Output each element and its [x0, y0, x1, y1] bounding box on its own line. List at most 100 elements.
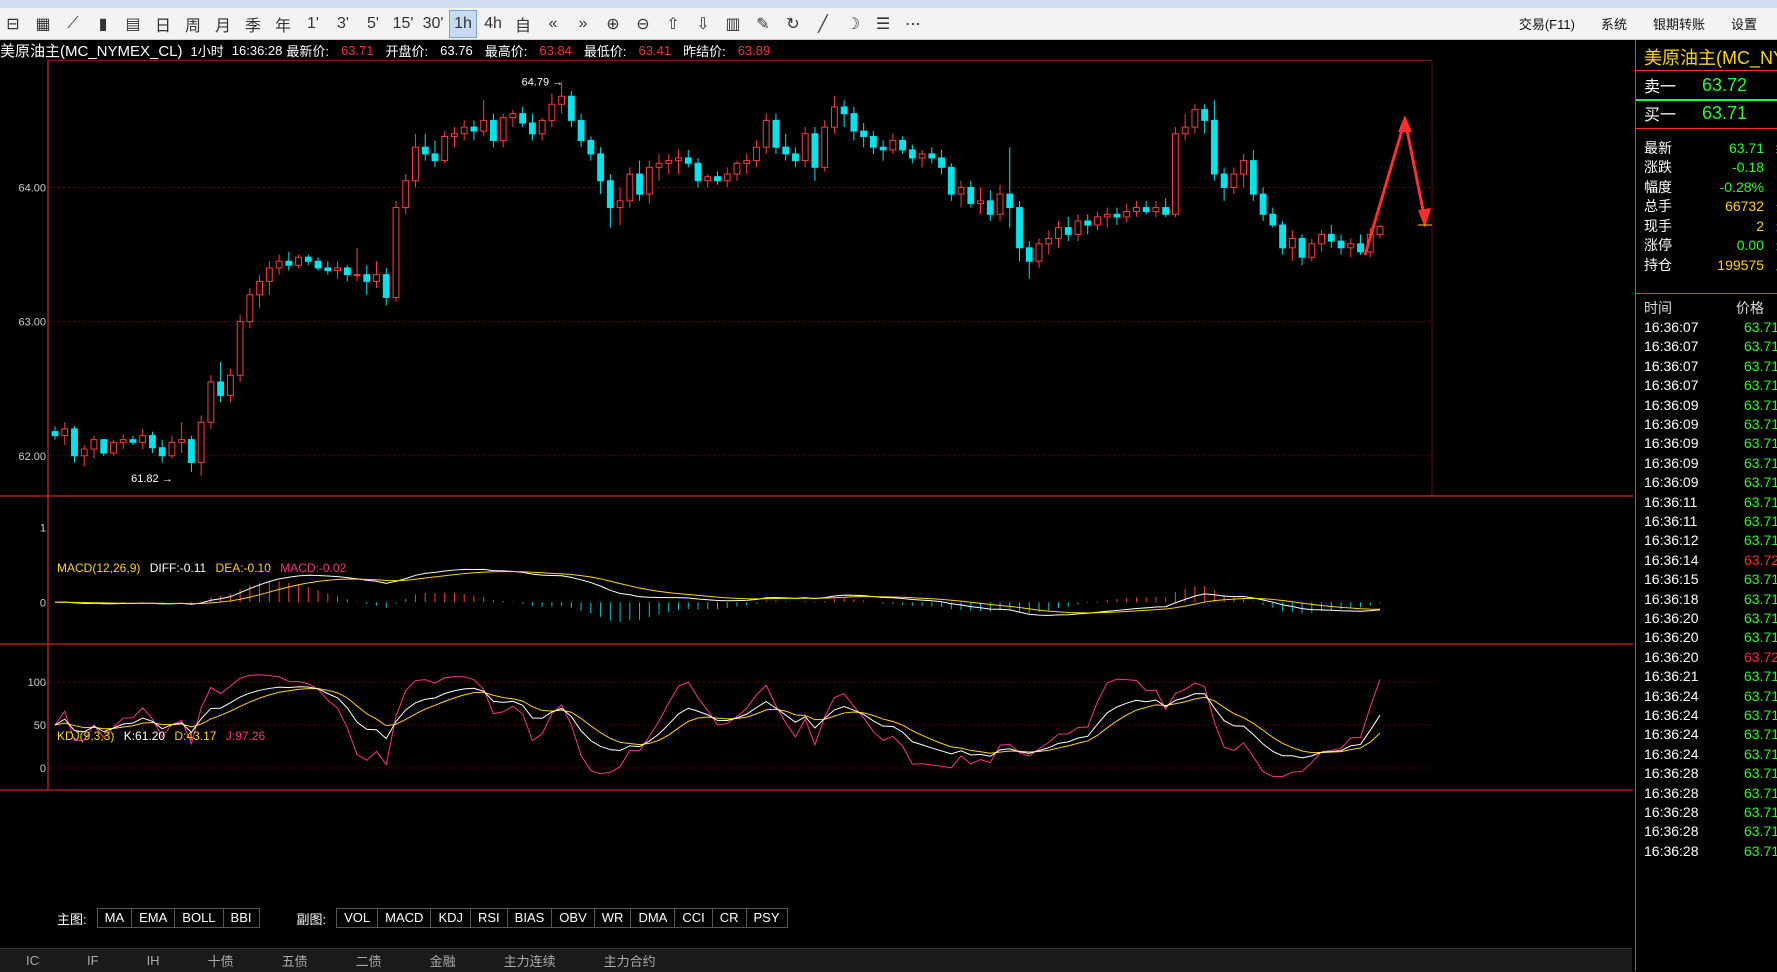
prev-icon[interactable]: « — [540, 11, 566, 37]
period-button[interactable]: 月 — [210, 11, 236, 37]
contract-tab[interactable]: IH — [147, 953, 160, 968]
candle-body — [158, 447, 166, 457]
sub-indicator-tab[interactable]: RSI — [470, 908, 508, 928]
line-chart-icon[interactable]: ⟋ — [60, 11, 86, 37]
draw-icon[interactable]: ✎ — [750, 11, 776, 37]
tick-time: 16:36:15 — [1644, 571, 1699, 588]
period-button[interactable]: 1' — [300, 11, 326, 37]
candle-body — [753, 146, 760, 162]
more-icon[interactable]: ⋯ — [900, 11, 926, 37]
macd-value-label: MACD: — [280, 561, 319, 575]
tick-row: 16:36:24 63.71 — [1644, 707, 1777, 726]
contract-tab[interactable]: 金融 — [430, 951, 456, 970]
period-button[interactable]: 4h — [480, 11, 506, 37]
tick-row: 16:36:20 63.71 — [1644, 629, 1777, 648]
next-icon[interactable]: » — [570, 11, 596, 37]
tick-row: 16:36:28 63.71 — [1644, 765, 1777, 784]
zoom-out-icon[interactable]: ⊖ — [630, 11, 656, 37]
toolbar-menu-item[interactable]: 系统 — [1601, 14, 1627, 33]
sub-indicator-tab[interactable]: BIAS — [506, 908, 553, 928]
tick-price: 63.71 — [1744, 687, 1777, 704]
candle-body — [1347, 243, 1355, 249]
period-button[interactable]: 1h — [449, 9, 477, 38]
contract-tab[interactable]: 主力连续 — [504, 951, 556, 970]
period-button[interactable]: 30' — [420, 11, 446, 37]
contract-tab[interactable]: 五债 — [282, 951, 308, 970]
refresh-icon[interactable]: ↻ — [780, 11, 806, 37]
candle-body — [879, 146, 887, 151]
sub-indicator-tab[interactable]: WR — [593, 908, 632, 928]
candle-body — [675, 157, 682, 162]
contract-tab[interactable]: 十债 — [208, 951, 234, 970]
up-icon[interactable]: ⇧ — [660, 11, 686, 37]
candle-body — [1210, 119, 1218, 175]
sub-chart-label: 副图: — [296, 911, 327, 927]
sub-indicator-tab[interactable]: VOL — [336, 908, 379, 928]
line-icon[interactable]: ╱ — [810, 11, 836, 37]
max-price-marker: 64.79 → — [522, 76, 564, 88]
candle-body — [743, 160, 751, 164]
chart-icon[interactable]: ⊟ — [0, 11, 26, 37]
toolbar-menu-item[interactable]: 交易(F11) — [1519, 14, 1575, 33]
fenshi-icon[interactable]: ▤ — [120, 11, 146, 37]
sub-indicator-tab[interactable]: MACD — [377, 908, 432, 928]
open-value: 63.76 — [440, 42, 473, 58]
candle-body — [402, 180, 410, 209]
period-button[interactable]: 周 — [180, 11, 206, 37]
toolbar-menu-item[interactable]: 设置 — [1731, 14, 1757, 33]
contract-tab[interactable]: 主力合约 — [604, 951, 656, 970]
tick-time: 16:36:21 — [1644, 668, 1699, 685]
kdj-legend: KDJ(9,3,3) K:61.20 D:43.17 J:97.26 — [57, 729, 265, 743]
contract-tab[interactable]: IF — [87, 953, 99, 968]
candle-body — [1045, 237, 1053, 245]
candle-icon[interactable]: ▮ — [90, 11, 116, 37]
down-icon[interactable]: ⇩ — [690, 11, 716, 37]
sub-indicator-tab[interactable]: CCI — [674, 908, 713, 928]
high-label: 最高价: — [484, 43, 528, 59]
zoom-in-icon[interactable]: ⊕ — [600, 11, 626, 37]
list-icon[interactable]: ▦ — [30, 11, 56, 37]
stat-label: 涨跌 — [1644, 159, 1672, 175]
period-button[interactable]: 季 — [240, 11, 266, 37]
period-button[interactable]: 15' — [390, 11, 416, 37]
tick-time: 16:36:11 — [1644, 513, 1698, 529]
contract-tab[interactable]: IC — [26, 953, 39, 968]
period-button[interactable]: 日 — [150, 11, 176, 37]
main-indicator-tab[interactable]: MA — [96, 908, 133, 928]
period-button[interactable]: 自 — [510, 11, 536, 37]
main-indicator-tab[interactable]: BBI — [222, 908, 260, 928]
tick-time: 16:36:09 — [1644, 474, 1699, 491]
sub-indicator-tab[interactable]: OBV — [551, 908, 595, 928]
main-indicator-tab[interactable]: EMA — [131, 908, 176, 928]
toolbar-menu-item[interactable]: 银期转账 — [1653, 14, 1705, 33]
sub-indicator-tab[interactable]: KDJ — [430, 908, 471, 928]
candle-body — [1337, 240, 1345, 249]
sub-indicator-tab[interactable]: CR — [711, 908, 747, 928]
period-button[interactable]: 3' — [330, 11, 356, 37]
sub-indicator-tab[interactable]: PSY — [745, 908, 788, 928]
candle-body — [1006, 193, 1014, 209]
quote-title: 美原油主(MC_NY — [1644, 48, 1777, 68]
candle-body — [314, 260, 322, 269]
buy1-label: 买一 — [1644, 107, 1677, 124]
candle-body — [1220, 173, 1228, 188]
indicator-icon[interactable]: ☰ — [870, 11, 896, 37]
contract-tab[interactable]: 二债 — [356, 951, 382, 970]
candle-body — [1181, 126, 1189, 135]
candle-body — [275, 260, 283, 269]
candle-body — [1191, 109, 1199, 128]
curve-icon[interactable]: ☽ — [840, 11, 866, 37]
buy1-value: 63.71 — [1702, 102, 1748, 123]
period-button[interactable]: 5' — [360, 11, 386, 37]
kline-chart[interactable]: 64.00 63.00 62.00 64.79 → 61.82 → 1 0 100 50 0 — [0, 60, 1633, 905]
candle-body — [334, 267, 341, 272]
layout-icon[interactable]: ▥ — [720, 11, 746, 37]
candle-body — [363, 274, 371, 282]
tick-row: 16:36:15 63.71 — [1644, 571, 1777, 590]
period-button[interactable]: 年 — [270, 11, 296, 37]
candle-body — [1171, 133, 1179, 215]
tick-price: 63.71 — [1744, 823, 1777, 840]
candle-body — [100, 439, 108, 454]
main-indicator-tab[interactable]: BOLL — [174, 908, 224, 928]
sub-indicator-tab[interactable]: DMA — [630, 908, 676, 928]
